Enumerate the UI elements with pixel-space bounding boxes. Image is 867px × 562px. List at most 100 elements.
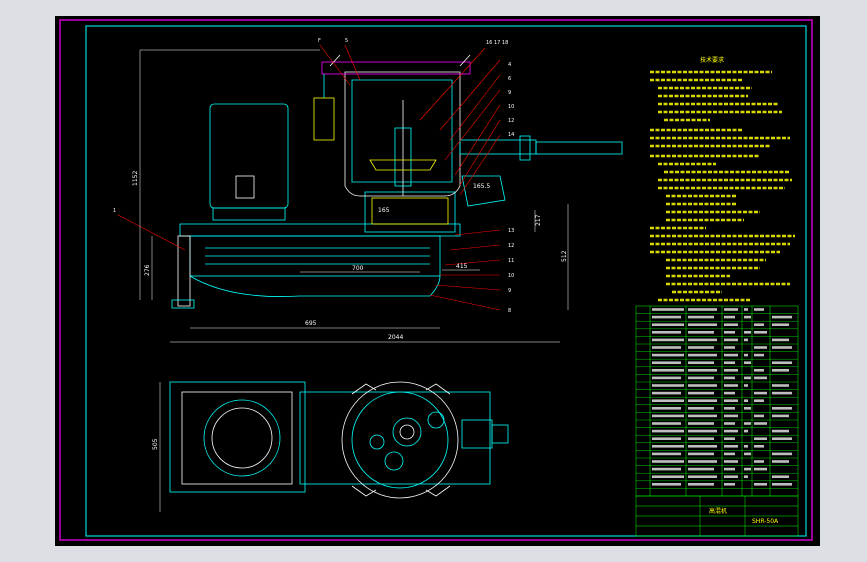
parts-list-cell-text <box>754 414 764 418</box>
parts-list-cell-text <box>754 331 767 334</box>
parts-list-cell-text <box>744 338 748 342</box>
parts-list-cell-text <box>652 467 681 471</box>
parts-list-cell-text <box>772 338 789 342</box>
parts-list-cell-text <box>724 445 738 448</box>
parts-list-cell-text <box>652 399 684 402</box>
dim-right-height: 512 <box>561 250 568 262</box>
parts-list-cell-text <box>652 353 684 357</box>
parts-list-cell-text <box>772 483 792 486</box>
parts-list-cell-text <box>744 429 748 433</box>
parts-list-cell-text <box>754 346 767 349</box>
parts-list-cell-text <box>688 391 714 395</box>
parts-list-cell-text <box>688 483 714 486</box>
parts-list-cell-text <box>724 346 735 349</box>
parts-list-cell-text <box>652 346 681 349</box>
svg-text:5: 5 <box>345 38 348 44</box>
parts-list-cell-text <box>754 323 764 326</box>
svg-text:4: 4 <box>508 62 511 68</box>
parts-list-cell-text <box>688 353 717 357</box>
parts-list-cell-text <box>724 422 735 425</box>
parts-list-cell-text <box>724 483 735 486</box>
svg-text:10: 10 <box>508 104 514 110</box>
dim-165: 165 <box>378 207 390 214</box>
parts-list-cell-text <box>724 475 738 478</box>
svg-text:1: 1 <box>113 208 116 214</box>
parts-list-cell-text <box>724 452 735 456</box>
parts-list-cell-text <box>688 407 714 410</box>
parts-list-cell-text <box>772 429 789 433</box>
svg-text:13: 13 <box>508 228 514 234</box>
title-drawing-no: SHR-50A <box>752 518 779 525</box>
parts-list-cell-text <box>744 376 751 380</box>
parts-list-cell-text <box>754 399 764 402</box>
parts-list-cell-text <box>652 376 681 380</box>
parts-list-cell-text <box>772 414 789 418</box>
parts-list-cell-text <box>724 361 735 364</box>
dim-165b: 165.5 <box>473 183 490 190</box>
dim-height-base: 276 <box>144 264 151 276</box>
parts-list-cell-text <box>688 369 717 372</box>
parts-list-cell-text <box>724 323 738 326</box>
parts-list-cell-text <box>724 460 738 463</box>
parts-list-cell-text <box>652 429 684 433</box>
parts-list-cell-text <box>688 331 714 334</box>
parts-list-cell-text <box>772 452 792 456</box>
parts-list-cell-text <box>772 437 792 440</box>
parts-list-cell-text <box>652 407 681 410</box>
parts-list-cell-text <box>754 369 764 372</box>
parts-list-cell-text <box>688 315 714 319</box>
parts-list-cell-text <box>688 338 717 342</box>
parts-list-cell-text <box>688 437 714 440</box>
parts-list-cell-text <box>754 376 767 380</box>
parts-list-cell-text <box>688 384 717 387</box>
parts-list-cell-text <box>688 323 717 326</box>
svg-text:6: 6 <box>508 76 511 82</box>
parts-list-cell-text <box>652 475 684 478</box>
parts-list-cell-text <box>744 353 748 357</box>
parts-list-cell-text <box>652 391 681 395</box>
parts-list-cell-text <box>772 391 792 395</box>
parts-list-cell-text <box>744 331 751 334</box>
parts-list-cell-text <box>754 437 767 440</box>
parts-list-cell-text <box>652 452 681 456</box>
parts-list-cell-text <box>754 353 764 357</box>
parts-list-cell-text <box>688 399 717 402</box>
parts-list-cell-text <box>652 422 681 425</box>
parts-list-cell-text <box>652 369 684 372</box>
cad-drawing-canvas: 16 17 18 4 6 9 10 12 14 13 12 11 10 9 8 … <box>55 16 820 546</box>
parts-list-cell-text <box>688 452 714 456</box>
parts-list-cell-text <box>772 475 789 478</box>
parts-list-cell-text <box>724 369 738 372</box>
title-part-name: 高混机 <box>709 507 727 515</box>
parts-list-cell-text <box>688 445 717 448</box>
tech-req-title: 技术要求 <box>700 56 724 64</box>
parts-list-cell-text <box>724 376 735 380</box>
parts-list-cell-text <box>744 422 751 425</box>
parts-list-cell-text <box>652 315 681 319</box>
parts-list-cell-text <box>724 429 738 433</box>
parts-list-cell-text <box>772 346 792 349</box>
parts-list-cell-text <box>772 460 789 463</box>
parts-list-cell-text <box>772 361 792 364</box>
svg-text:12: 12 <box>508 118 514 124</box>
svg-text:11: 11 <box>508 258 514 264</box>
parts-list-cell-text <box>744 308 748 311</box>
dim-415: 415 <box>456 263 468 270</box>
dim-sub-length: 700 <box>352 265 364 272</box>
parts-list-cell-text <box>724 331 735 334</box>
parts-list-cell-text <box>652 361 681 364</box>
dim-base-length: 695 <box>305 320 317 327</box>
parts-list-cell-text <box>724 338 738 342</box>
dim-height-total: 1152 <box>132 171 139 186</box>
parts-list-cell-text <box>724 414 738 418</box>
parts-list-cell-text <box>772 369 789 372</box>
parts-list-cell-text <box>724 407 735 410</box>
parts-list-cell-text <box>744 452 751 456</box>
parts-list-cell-text <box>744 475 748 478</box>
svg-text:10: 10 <box>508 273 514 279</box>
parts-list-cell-text <box>652 331 681 334</box>
parts-list-cell-text <box>652 338 684 342</box>
parts-list-cell-text <box>724 399 738 402</box>
parts-list-cell-text <box>724 391 735 395</box>
parts-list-cell-text <box>754 483 767 486</box>
